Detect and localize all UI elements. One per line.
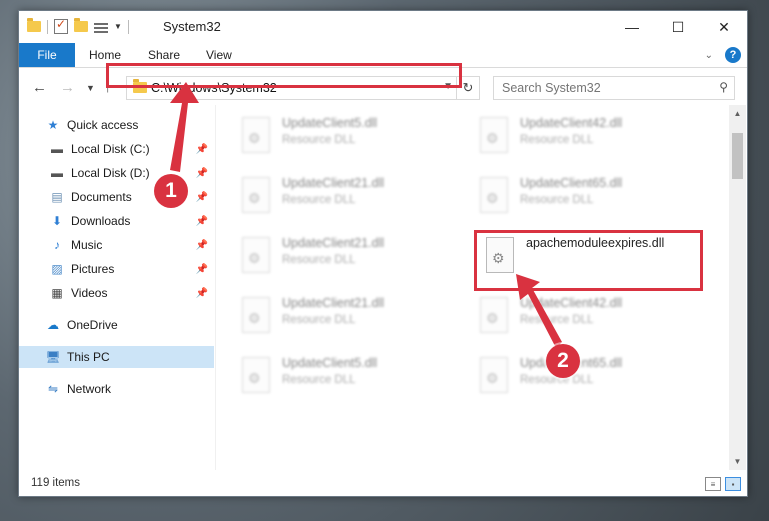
- annotation-arrows: [170, 82, 562, 348]
- step-2-callout: 2: [546, 344, 580, 378]
- arrow-2: [516, 274, 562, 348]
- arrow-1: [170, 82, 199, 172]
- step-1-callout: 1: [154, 174, 188, 208]
